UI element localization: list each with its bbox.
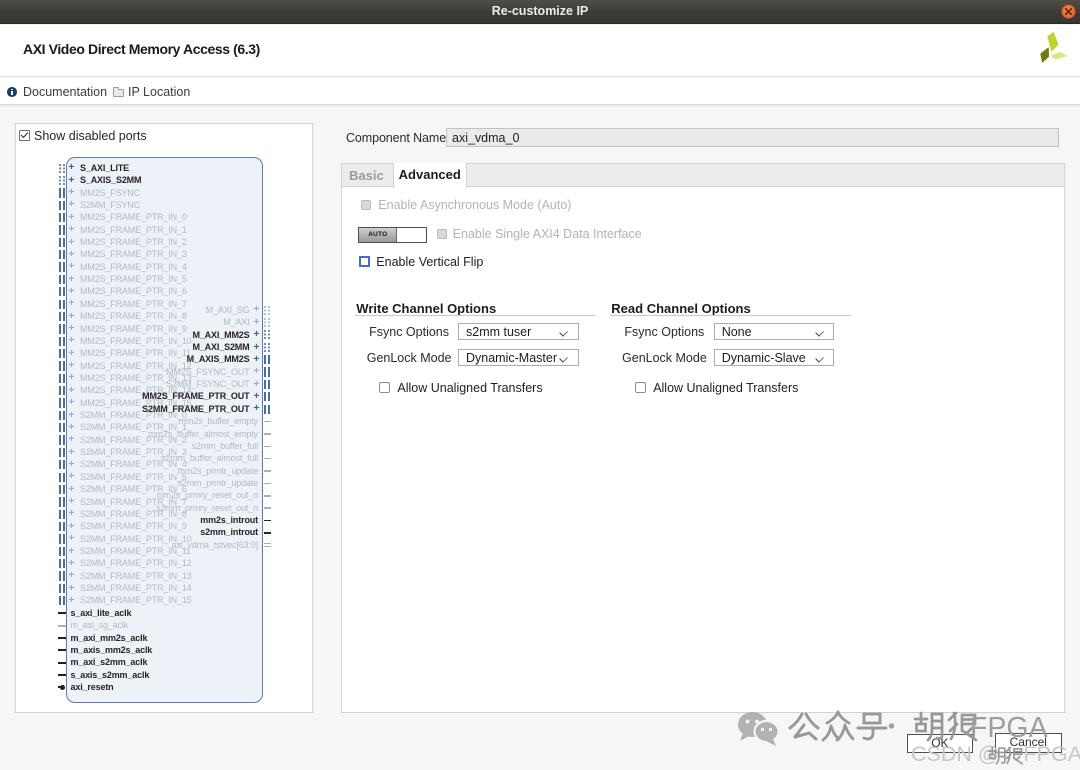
svg-text:FPGA: FPGA [1024,744,1080,766]
svg-text:CSDN @: CSDN @ [911,744,1000,766]
svg-text:FPGA: FPGA [970,712,1048,744]
